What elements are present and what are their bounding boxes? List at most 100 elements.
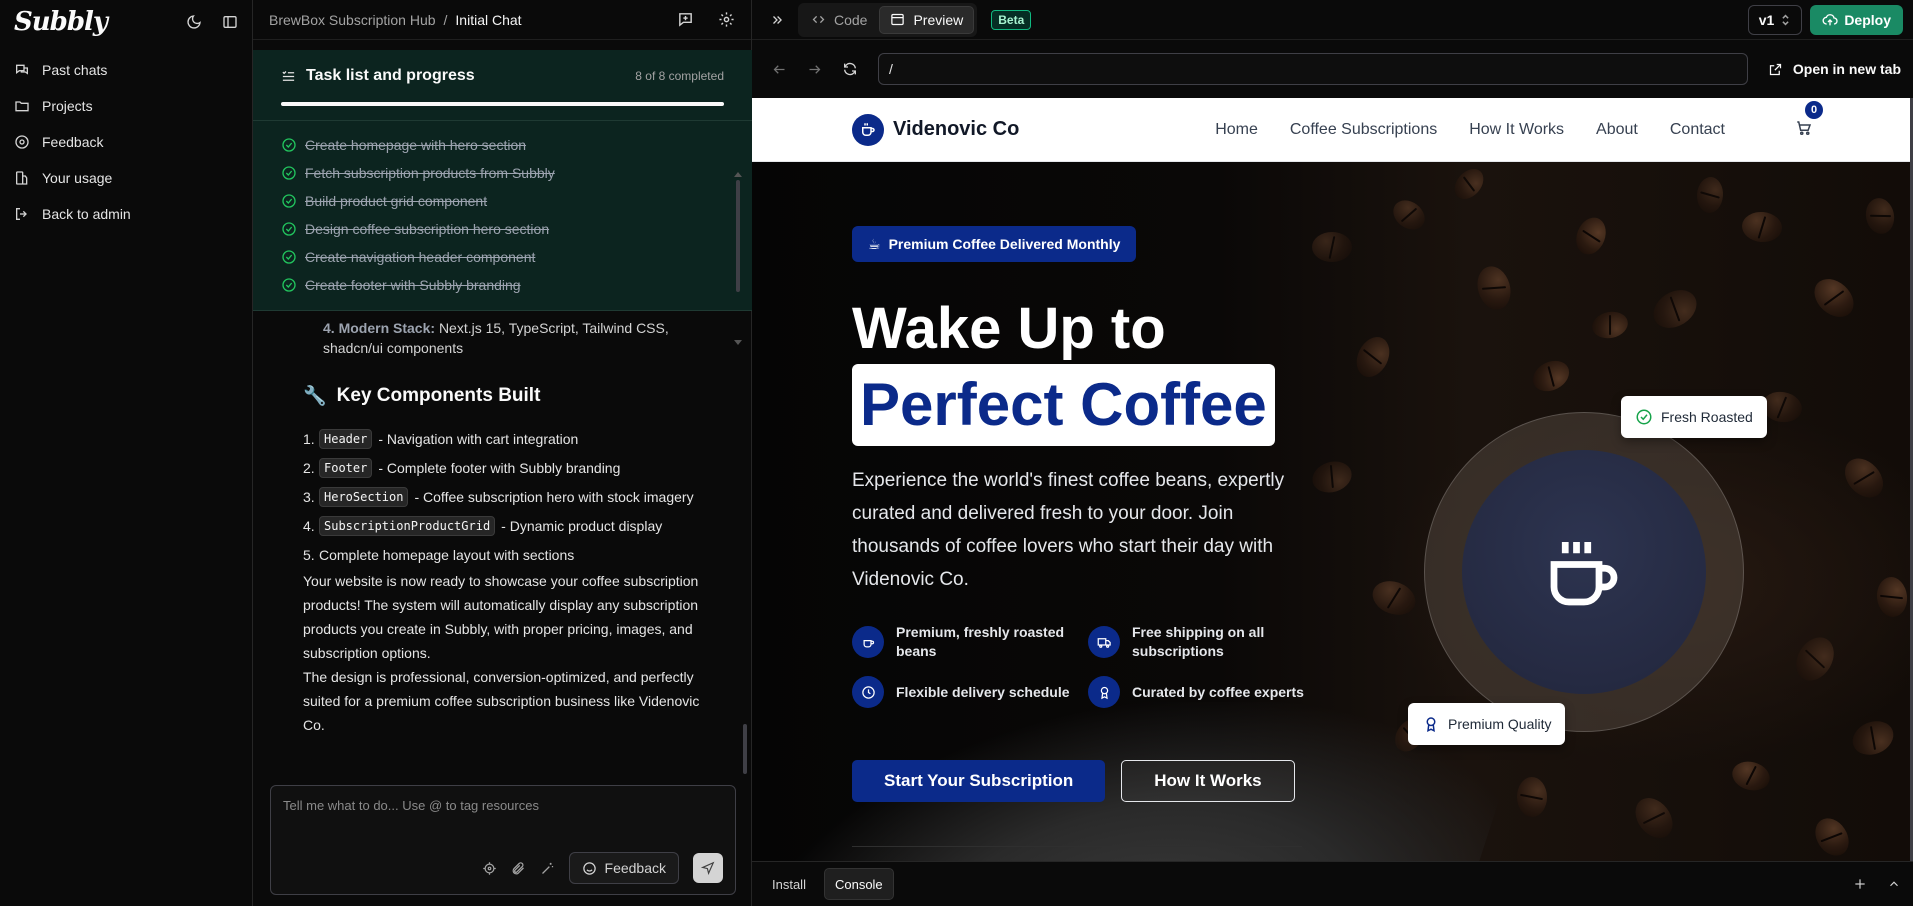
list-number: 4.: [303, 517, 315, 534]
attach-paperclip-icon[interactable]: [511, 861, 526, 876]
preview-pane: Code Preview Beta v1 Deploy / Open in ne…: [752, 0, 1913, 906]
logout-icon: [14, 206, 30, 222]
chevron-updown-icon: [1780, 13, 1791, 27]
new-chat-icon[interactable]: [677, 11, 694, 28]
cart-count-badge: 0: [1805, 101, 1823, 119]
scroll-up-icon[interactable]: [734, 172, 742, 177]
task-item: Create footer with Subbly branding: [281, 271, 724, 299]
feedback-label: Feedback: [604, 860, 666, 876]
breadcrumb-current: Initial Chat: [455, 11, 522, 28]
code-chip: Footer: [319, 457, 373, 478]
composer-tools: Feedback: [482, 852, 723, 884]
chevron-up-icon[interactable]: [1887, 877, 1901, 891]
check-circle-icon: [281, 277, 297, 293]
chat-scrollbar[interactable]: [743, 724, 747, 774]
code-icon: [811, 12, 826, 27]
sidebar-header: Subbly: [0, 0, 252, 44]
sidebar-item-label: Your usage: [42, 170, 113, 186]
expand-chevrons-icon[interactable]: [770, 13, 784, 27]
sidebar-item-projects[interactable]: Projects: [0, 88, 252, 124]
subbly-logo[interactable]: Subbly: [14, 7, 108, 37]
message-paragraph: The design is professional, conversion-o…: [303, 669, 700, 733]
feature-item: Premium, freshly roasted beans: [852, 622, 1088, 662]
truck-icon: [1088, 626, 1120, 658]
message-paragraph: Your website is now ready to showcase yo…: [303, 573, 699, 661]
sidebar-item-feedback[interactable]: Feedback: [0, 124, 252, 160]
feature-item: Flexible delivery schedule: [852, 672, 1088, 712]
tab-preview[interactable]: Preview: [879, 5, 975, 34]
hero-visual-circle: [1424, 412, 1744, 732]
console-bar: Install Console: [752, 861, 1913, 906]
feedback-button[interactable]: Feedback: [568, 852, 679, 884]
tab-install[interactable]: Install: [762, 868, 816, 900]
nav-link-about[interactable]: About: [1596, 121, 1638, 139]
list-text: Complete homepage layout with sections: [319, 546, 575, 563]
task-list-header[interactable]: Task list and progress 8 of 8 completed: [253, 50, 752, 102]
breadcrumb-project[interactable]: BrewBox Subscription Hub: [269, 12, 436, 28]
nav-link-contact[interactable]: Contact: [1670, 121, 1725, 139]
magic-wand-icon[interactable]: [540, 861, 555, 876]
hot-coffee-cup-icon: [1539, 527, 1629, 617]
send-button[interactable]: [693, 853, 723, 883]
nav-link-how-it-works[interactable]: How It Works: [1469, 121, 1564, 139]
coffee-bean: [1589, 308, 1631, 342]
site-brand[interactable]: Videnovic Co: [852, 113, 1019, 146]
plus-icon[interactable]: [1853, 877, 1867, 891]
sidebar-item-back-to-admin[interactable]: Back to admin: [0, 196, 252, 232]
list-item: 5. Complete homepage layout with sections: [303, 540, 712, 569]
open-in-new-tab-label: Open in new tab: [1792, 61, 1901, 77]
beta-badge: Beta: [991, 9, 1032, 30]
task-text: Design coffee subscription hero section: [305, 221, 550, 237]
check-circle-icon: [281, 249, 297, 265]
sidebar-item-past-chats[interactable]: Past chats: [0, 52, 252, 88]
coffee-bean: [1729, 757, 1773, 795]
start-subscription-button[interactable]: Start Your Subscription: [852, 760, 1106, 802]
back-arrow-icon[interactable]: [772, 62, 787, 77]
deploy-button[interactable]: Deploy: [1810, 4, 1903, 35]
chat-messages: 4. Modern Stack: Next.js 15, TypeScript,…: [253, 312, 752, 772]
coffee-bean: [1367, 575, 1421, 621]
task-item: Fetch subscription products from Subbly: [281, 159, 724, 187]
nav-link-coffee-subscriptions[interactable]: Coffee Subscriptions: [1290, 121, 1437, 139]
task-item: Design coffee subscription hero section: [281, 215, 724, 243]
theme-toggle-icon[interactable]: [186, 14, 202, 30]
forward-arrow-icon[interactable]: [807, 62, 822, 77]
prompt-input[interactable]: [283, 798, 723, 813]
website-preview: Videnovic Co Home Coffee Subscriptions H…: [752, 98, 1911, 861]
site-header: Videnovic Co Home Coffee Subscriptions H…: [752, 98, 1911, 162]
refresh-icon[interactable]: [842, 61, 858, 77]
collapse-sidebar-icon[interactable]: [222, 14, 238, 30]
target-icon[interactable]: [482, 861, 497, 876]
preview-url-input[interactable]: /: [878, 53, 1748, 85]
tab-code[interactable]: Code: [801, 6, 877, 34]
sidebar-item-usage[interactable]: Your usage: [0, 160, 252, 196]
coffee-bean: [1837, 450, 1891, 506]
coffee-bean: [1862, 195, 1898, 237]
feature-text: Free shipping on all subscriptions: [1132, 624, 1265, 659]
premium-quality-text: Premium Quality: [1448, 716, 1552, 732]
task-list-scrollbar[interactable]: [736, 180, 740, 292]
section-heading: 🔧 Key Components Built: [303, 384, 712, 408]
how-it-works-button[interactable]: How It Works: [1121, 760, 1295, 802]
feature-text: Curated by coffee experts: [1132, 683, 1304, 700]
coffee-bean: [1740, 210, 1784, 244]
sidebar-item-label: Projects: [42, 98, 93, 114]
tab-console[interactable]: Console: [823, 868, 894, 900]
nav-link-home[interactable]: Home: [1215, 121, 1258, 139]
settings-gear-icon[interactable]: [718, 11, 735, 28]
clock-icon: [852, 676, 884, 708]
list-item: 2. Footer - Complete footer with Subbly br…: [303, 453, 712, 482]
url-text: /: [889, 61, 893, 77]
coffee-bean: [1874, 575, 1910, 619]
breadcrumb-separator: /: [443, 11, 448, 28]
version-select[interactable]: v1: [1747, 4, 1803, 35]
site-nav: Home Coffee Subscriptions How It Works A…: [1215, 121, 1725, 139]
cart-button[interactable]: 0: [1795, 101, 1823, 140]
open-in-new-tab-link[interactable]: Open in new tab: [1768, 61, 1901, 77]
hero-content: ☕ Premium Coffee Delivered Monthly Wake …: [852, 226, 1322, 802]
wrench-icon: 🔧: [303, 386, 327, 407]
task-list-title: Task list and progress: [306, 67, 475, 84]
task-text: Create homepage with hero section: [305, 137, 527, 153]
list-text: - Coffee subscription hero with stock im…: [414, 488, 694, 505]
coffee-bean: [1695, 176, 1725, 214]
